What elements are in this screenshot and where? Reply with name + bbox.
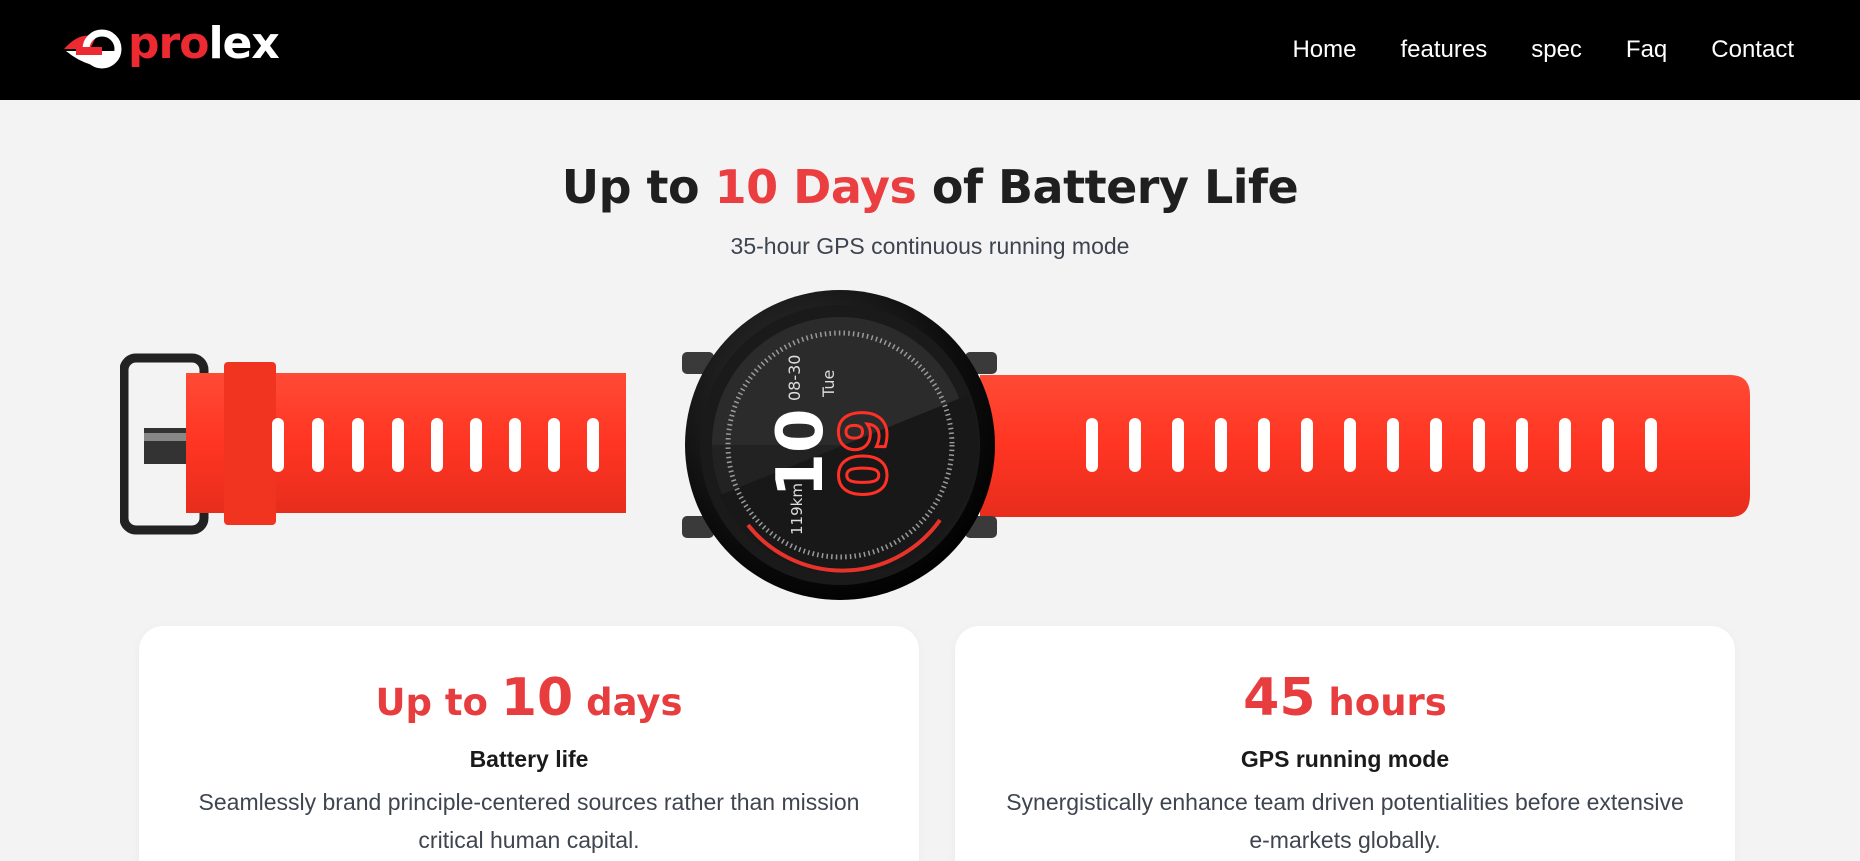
card-label: GPS running mode xyxy=(1240,746,1450,772)
nav-link-home[interactable]: Home xyxy=(1292,36,1356,64)
navbar: prolex Home features spec Faq Contact xyxy=(0,0,1860,100)
brand-name-lex: lex xyxy=(208,18,279,69)
card-label: Battery life xyxy=(469,746,589,772)
card-stat-number: 10 xyxy=(500,668,574,728)
main-nav: Home features spec Faq Contact xyxy=(1248,0,1794,100)
right-strap xyxy=(980,375,1750,517)
brand-name-pro: pro xyxy=(128,18,209,69)
nav-link-features[interactable]: features xyxy=(1401,36,1488,64)
watch-distance: 119km xyxy=(788,483,806,535)
hero-subtitle: 35-hour GPS continuous running mode xyxy=(730,233,1130,259)
nav-link-spec[interactable]: spec xyxy=(1531,36,1582,64)
watch-date: 08-30 xyxy=(785,355,804,402)
nav-link-faq[interactable]: Faq xyxy=(1626,36,1667,64)
card-stat-number: 45 xyxy=(1243,668,1316,728)
brand-logo[interactable]: prolex xyxy=(62,22,280,72)
hero-title: Up to 10 Days of Battery Life xyxy=(0,160,1860,214)
card-stat-prefix: Up to xyxy=(375,681,501,724)
card-description: Seamlessly brand principle-centered sour… xyxy=(198,789,860,853)
nav-link-contact[interactable]: Contact xyxy=(1711,36,1794,64)
card-description: Synergistically enhance team driven pote… xyxy=(1006,789,1684,853)
hero-title-prefix: Up to xyxy=(561,160,715,214)
feature-card-gps: 45 hours GPS running mode Synergisticall… xyxy=(955,626,1735,861)
left-strap xyxy=(186,362,626,525)
logo-mark-icon xyxy=(64,29,122,69)
feature-card-battery: Up to 10 days Battery life Seamlessly br… xyxy=(139,626,919,861)
watch-day: Tue xyxy=(819,370,838,398)
smartwatch-image: 10 09 08-30 Tue 119km xyxy=(120,290,1750,600)
watch-minute: 09 xyxy=(828,408,902,497)
hero-title-suffix: of Battery Life xyxy=(916,160,1299,214)
hero-title-accent: 10 Days xyxy=(714,160,917,214)
card-stat-suffix: hours xyxy=(1315,681,1447,724)
card-stat: 45 hours xyxy=(955,672,1735,724)
card-stat-suffix: days xyxy=(573,681,683,724)
card-stat: Up to 10 days xyxy=(139,672,919,724)
brand-wordmark: prolex xyxy=(128,22,280,66)
